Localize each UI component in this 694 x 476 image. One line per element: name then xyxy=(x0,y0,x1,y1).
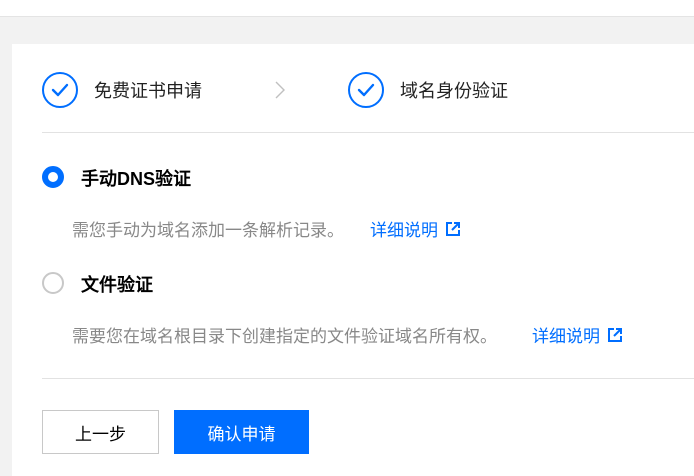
prev-step-button[interactable]: 上一步 xyxy=(42,410,159,454)
step-label: 域名身份验证 xyxy=(400,81,508,101)
details-link[interactable]: 详细说明 xyxy=(532,322,622,347)
step-label: 免费证书申请 xyxy=(94,81,202,101)
external-link-icon xyxy=(608,327,622,342)
chevron-right-icon xyxy=(275,81,285,99)
apply-card: 免费证书申请 域名身份验证 手动DNS验证 需您手动为域名添加一条解析记录。 详… xyxy=(12,44,694,476)
divider xyxy=(42,378,694,379)
check-icon xyxy=(42,72,78,108)
details-link-label: 详细说明 xyxy=(370,221,438,240)
option-title: 手动DNS验证 xyxy=(81,169,192,189)
check-icon xyxy=(348,72,384,108)
dns-verify-radio[interactable] xyxy=(42,166,64,188)
step-free-cert-apply: 免费证书申请 xyxy=(42,70,202,110)
confirm-apply-button[interactable]: 确认申请 xyxy=(174,410,309,454)
option-title: 文件验证 xyxy=(81,275,153,295)
details-link-label: 详细说明 xyxy=(532,327,600,346)
details-link[interactable]: 详细说明 xyxy=(370,216,460,241)
option-description: 需要您在域名根目录下创建指定的文件验证域名所有权。 xyxy=(72,327,497,346)
step-domain-verify: 域名身份验证 xyxy=(348,70,508,110)
file-verify-radio[interactable] xyxy=(42,272,64,294)
divider xyxy=(42,132,694,133)
steps-bar: 免费证书申请 域名身份验证 xyxy=(42,70,682,110)
top-bar xyxy=(0,0,694,17)
option-description: 需您手动为域名添加一条解析记录。 xyxy=(72,221,344,240)
external-link-icon xyxy=(446,221,460,236)
